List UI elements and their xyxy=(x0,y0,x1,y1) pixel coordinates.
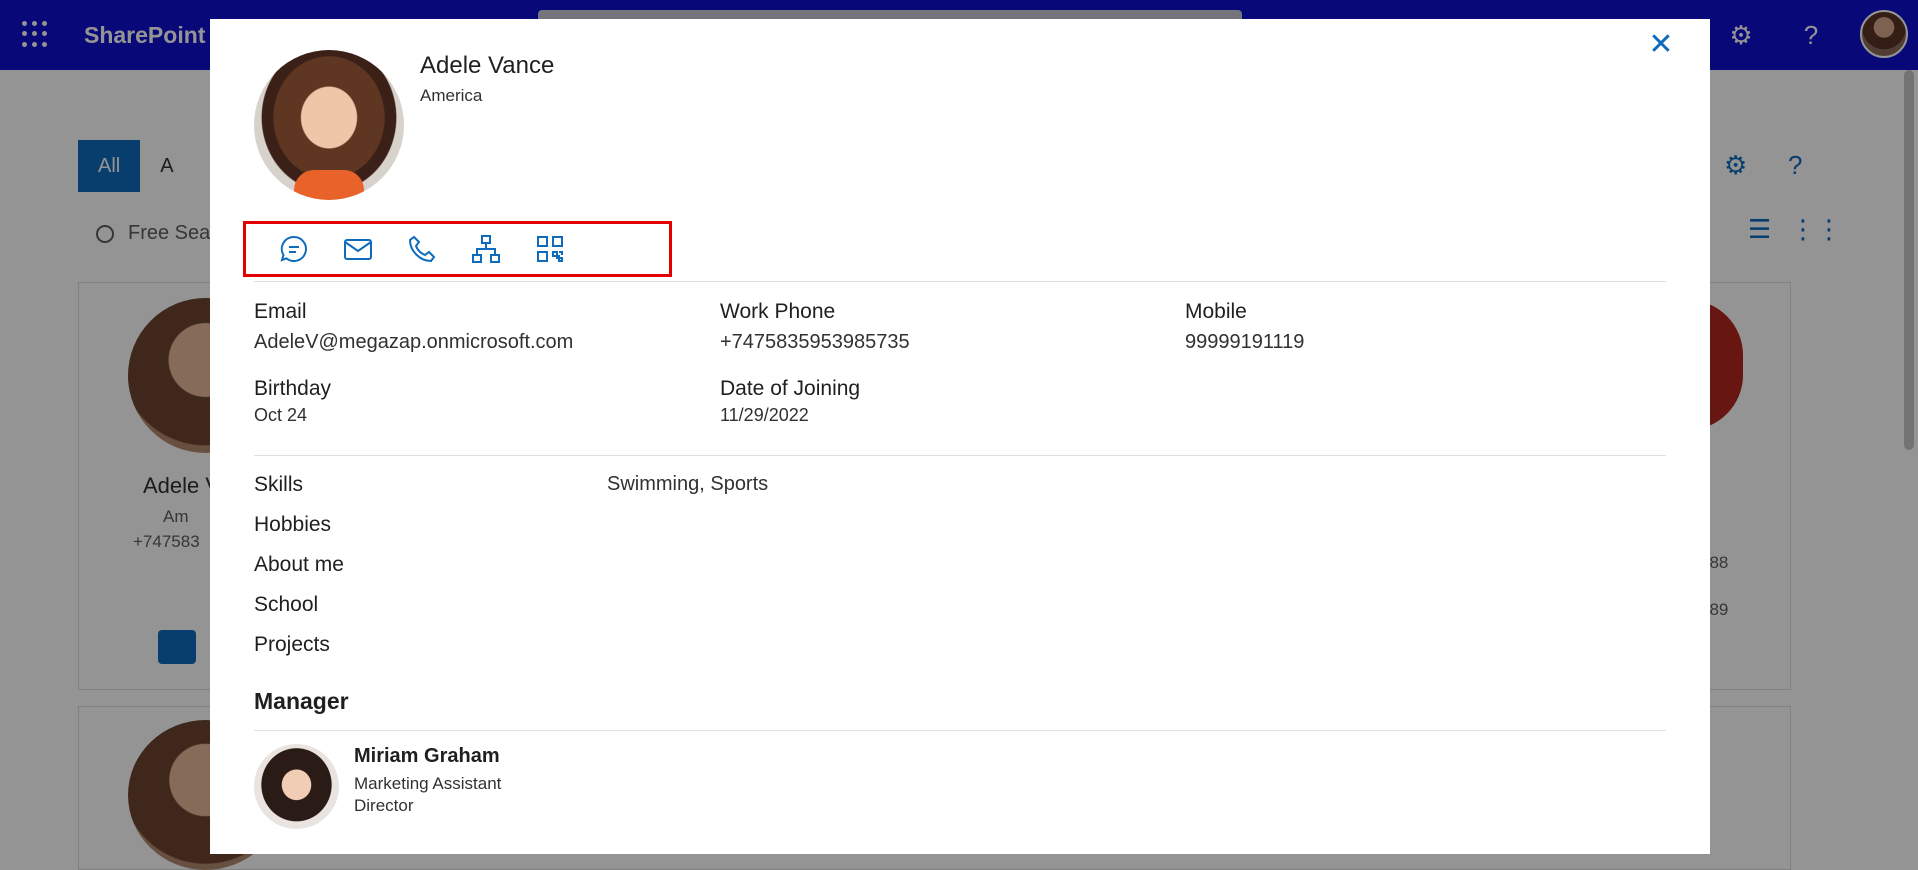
work-phone-value[interactable]: +7475835953985735 xyxy=(720,331,910,354)
profile-avatar xyxy=(254,50,404,200)
org-chart-icon[interactable] xyxy=(469,232,503,266)
divider-top xyxy=(254,281,1666,282)
work-phone-label: Work Phone xyxy=(720,300,836,323)
birthday-label: Birthday xyxy=(254,377,332,400)
hobbies-label: Hobbies xyxy=(254,513,332,536)
phone-icon[interactable] xyxy=(405,232,439,266)
birthday-value: Oct 24 xyxy=(254,405,308,425)
projects-label: Projects xyxy=(254,633,330,656)
manager-avatar[interactable] xyxy=(254,744,339,829)
joining-label: Date of Joining xyxy=(720,377,861,400)
qr-code-icon[interactable] xyxy=(533,232,567,266)
close-icon[interactable]: ✕ xyxy=(1646,30,1676,60)
email-value[interactable]: AdeleV@megazap.onmicrosoft.com xyxy=(254,331,573,354)
joining-value: 11/29/2022 xyxy=(720,405,809,425)
mobile-label: Mobile xyxy=(1185,300,1247,323)
profile-modal xyxy=(210,19,1710,854)
school-label: School xyxy=(254,593,319,616)
mobile-value[interactable]: 99999191119 xyxy=(1185,331,1304,354)
contact-actions xyxy=(243,221,672,277)
email-label: Email xyxy=(254,300,307,323)
manager-section-title: Manager xyxy=(254,688,349,714)
profile-location: America xyxy=(420,86,483,105)
manager-name[interactable]: Miriam Graham xyxy=(354,745,500,768)
divider-manager xyxy=(254,730,1666,731)
divider-middle xyxy=(254,455,1666,456)
skills-value: Swimming, Sports xyxy=(607,473,769,495)
manager-subtitle: Director xyxy=(354,796,414,815)
chat-icon[interactable] xyxy=(277,232,311,266)
email-icon[interactable] xyxy=(341,232,375,266)
skills-label: Skills xyxy=(254,473,304,496)
manager-title: Marketing Assistant xyxy=(354,774,502,793)
profile-name: Adele Vance xyxy=(420,52,555,79)
about-label: About me xyxy=(254,553,344,576)
